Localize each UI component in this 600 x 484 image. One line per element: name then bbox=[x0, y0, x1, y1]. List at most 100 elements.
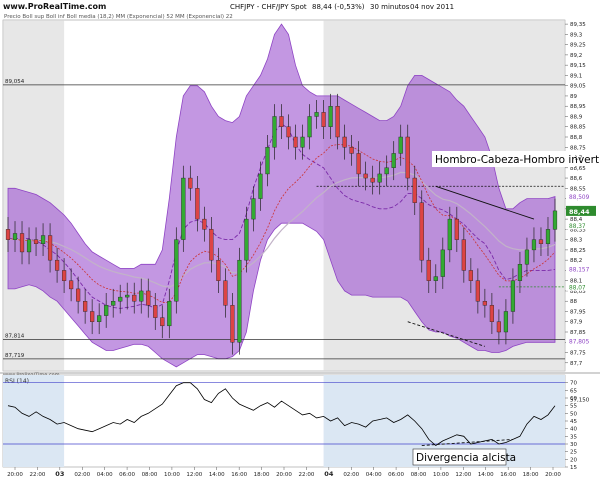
brand-logo: www.ProRealTime.com bbox=[3, 2, 106, 11]
time-tick-label: 08:00 bbox=[142, 472, 158, 478]
time-tick-label: 06:00 bbox=[388, 472, 404, 478]
candle-body bbox=[125, 294, 130, 298]
candle-body bbox=[510, 280, 516, 312]
time-tick-label: 04 bbox=[324, 470, 334, 478]
candle-body bbox=[209, 229, 214, 261]
rsi-tick-label: 70 bbox=[570, 381, 577, 387]
price-tick-label: 89,1 bbox=[570, 73, 582, 79]
candle-body bbox=[83, 301, 88, 312]
candle-body bbox=[90, 311, 95, 322]
candle-body bbox=[489, 305, 494, 322]
price-tick-label: 88,6 bbox=[570, 176, 583, 182]
candle-body bbox=[363, 173, 368, 179]
pattern-annotation: Hombro-Cabeza-Hombro invertido bbox=[432, 151, 600, 167]
candle-body bbox=[314, 112, 319, 117]
candle-body bbox=[531, 239, 537, 251]
rsi-tick-label: 55 bbox=[570, 404, 577, 410]
rsi-tick-label: 40 bbox=[570, 427, 577, 433]
candle-body bbox=[279, 116, 284, 127]
chart-date: 04 nov 2011 bbox=[410, 3, 454, 11]
candle-body bbox=[97, 315, 102, 322]
candle-body bbox=[61, 270, 67, 281]
candle-body bbox=[419, 202, 424, 261]
candle-body bbox=[524, 249, 530, 265]
candle-body bbox=[26, 239, 32, 253]
rsi-last-label: 57,150 bbox=[570, 398, 590, 404]
candle-body bbox=[216, 259, 221, 281]
candle-body bbox=[230, 305, 235, 343]
candle-body bbox=[265, 147, 270, 175]
candle-body bbox=[5, 229, 11, 240]
candle-body bbox=[258, 173, 263, 199]
candle-body bbox=[307, 116, 312, 138]
marker-label: 88,509 bbox=[569, 195, 590, 201]
candle-body bbox=[33, 239, 39, 244]
candle-body bbox=[104, 305, 109, 316]
candle-body bbox=[174, 239, 179, 302]
candle-body bbox=[237, 259, 242, 343]
rsi-tick-label: 20 bbox=[570, 457, 577, 463]
candle-body bbox=[69, 280, 74, 290]
time-tick-label: 16:00 bbox=[231, 472, 247, 478]
time-tick-label: 10:00 bbox=[433, 472, 449, 478]
candle-body bbox=[440, 249, 445, 277]
time-tick-label: 10:00 bbox=[164, 472, 180, 478]
candle-body bbox=[300, 136, 305, 148]
price-tick-label: 88,25 bbox=[570, 248, 586, 254]
candle-body bbox=[454, 218, 459, 240]
candle-body bbox=[391, 153, 396, 168]
candle-body bbox=[335, 106, 340, 138]
legend-line: Precio Boll sup Boll inf Boll media (18,… bbox=[4, 14, 233, 20]
candle-body bbox=[461, 239, 466, 271]
chart-root: www.ProRealTime.com CHFJPY - CHF/JPY Spo… bbox=[0, 0, 600, 480]
rsi-label: RSI (14) bbox=[5, 378, 29, 385]
candle-body bbox=[377, 173, 382, 183]
price-tick-label: 87,9 bbox=[570, 320, 583, 326]
candle-body bbox=[398, 136, 403, 154]
candle-body bbox=[111, 301, 116, 306]
rsi-tick-label: 30 bbox=[570, 442, 577, 448]
candle-body bbox=[132, 294, 137, 302]
candle-body bbox=[545, 229, 551, 244]
price-axis: 89,35 89,3 89,25 89,2 89,15 89,1 89,05 89 88,95 8… bbox=[565, 22, 599, 367]
candle-body bbox=[328, 106, 333, 127]
rsi-tick-label: 25 bbox=[570, 450, 577, 456]
candle-body bbox=[503, 311, 509, 333]
rsi-tick-label: 35 bbox=[570, 434, 577, 440]
candle-body bbox=[552, 210, 558, 230]
candle-body bbox=[160, 317, 165, 327]
candle-body bbox=[447, 218, 452, 251]
time-tick-label: 06:00 bbox=[119, 472, 135, 478]
candle-body bbox=[356, 153, 361, 175]
time-tick-label: 04:00 bbox=[97, 472, 113, 478]
candle-body bbox=[349, 147, 354, 154]
marker-label: 88,37 bbox=[569, 224, 586, 230]
chart-timeframe: 30 minutos bbox=[370, 3, 410, 11]
candle-body bbox=[167, 301, 172, 327]
last-price-label: 88,44 bbox=[569, 208, 590, 216]
candle-body bbox=[412, 177, 417, 203]
candle-body bbox=[153, 305, 158, 318]
time-tick-label: 03 bbox=[55, 470, 64, 478]
candle-body bbox=[405, 136, 410, 179]
chart-quote: 88,44 (-0,53%) bbox=[312, 3, 365, 11]
candle-body bbox=[244, 218, 249, 261]
price-tick-label: 88,2 bbox=[570, 258, 582, 264]
time-tick-label: 20:00 bbox=[545, 472, 561, 478]
candle-body bbox=[286, 126, 291, 138]
candle-body bbox=[468, 270, 473, 281]
candle-body bbox=[538, 239, 544, 244]
candle-body bbox=[40, 235, 46, 244]
time-tick-label: 18:00 bbox=[523, 472, 539, 478]
time-tick-label: 22:00 bbox=[298, 472, 314, 478]
rsi-tick-label: 45 bbox=[570, 419, 577, 425]
candle-body bbox=[181, 177, 186, 240]
time-tick-label: 20:00 bbox=[276, 472, 292, 478]
time-tick-label: 12:00 bbox=[455, 472, 471, 478]
candle-body bbox=[54, 259, 60, 271]
candle-body bbox=[433, 276, 438, 281]
price-tick-label: 89,15 bbox=[570, 63, 586, 69]
time-axis: 20:00 22:00 03 02:00 04:00 06:00 08:00 10:00 12:… bbox=[7, 467, 561, 478]
time-tick-label: 02:00 bbox=[343, 472, 359, 478]
candle-body bbox=[202, 218, 207, 230]
